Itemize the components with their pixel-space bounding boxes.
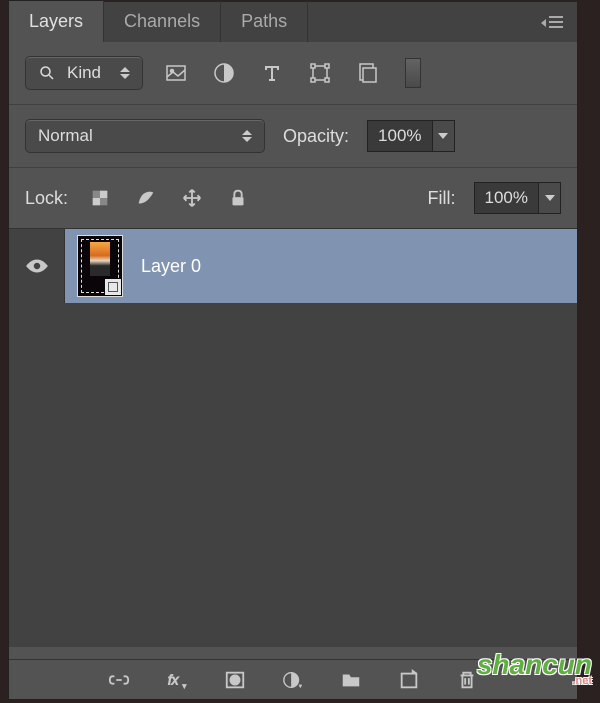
blend-mode-dropdown[interactable]: Normal xyxy=(25,119,265,153)
opacity-label: Opacity: xyxy=(283,126,349,147)
fill-label: Fill: xyxy=(428,188,456,209)
filter-adjustment-icon[interactable] xyxy=(209,60,239,86)
filter-row: Kind xyxy=(9,42,577,105)
layer-thumbnail[interactable] xyxy=(77,235,123,297)
layer-mask-button[interactable] xyxy=(221,666,249,694)
visibility-toggle[interactable] xyxy=(9,229,65,303)
blend-row: Normal Opacity: 100% xyxy=(9,105,577,168)
lock-position-icon[interactable] xyxy=(178,185,206,211)
blend-mode-value: Normal xyxy=(38,126,93,146)
filter-smart-icon[interactable] xyxy=(353,60,383,86)
filter-pixel-icon[interactable] xyxy=(161,60,191,86)
opacity-value[interactable]: 100% xyxy=(367,120,432,152)
filter-toggle-switch[interactable] xyxy=(405,58,421,88)
spinner-icon xyxy=(242,130,252,142)
layer-row[interactable]: Layer 0 xyxy=(9,229,577,303)
panel-tabs: Layers Channels Paths xyxy=(9,2,577,42)
layer-selected[interactable]: Layer 0 xyxy=(65,229,577,303)
tab-layers[interactable]: Layers xyxy=(9,0,104,42)
filter-kind-dropdown[interactable]: Kind xyxy=(25,56,143,90)
panel-menu-icon[interactable] xyxy=(549,16,569,30)
new-layer-button[interactable] xyxy=(395,666,423,694)
watermark: shancun.net xyxy=(477,649,592,687)
fill-field[interactable]: 100% xyxy=(474,182,561,214)
filter-shape-icon[interactable] xyxy=(305,60,335,86)
layers-list: Layer 0 xyxy=(9,229,577,647)
lock-pixels-icon[interactable] xyxy=(132,185,160,211)
chevron-down-icon[interactable] xyxy=(539,182,561,214)
filter-type-icon[interactable] xyxy=(257,60,287,86)
adjustment-layer-button[interactable] xyxy=(279,666,307,694)
group-button[interactable] xyxy=(337,666,365,694)
fill-value[interactable]: 100% xyxy=(474,182,539,214)
spinner-icon xyxy=(120,67,130,79)
lock-all-icon[interactable] xyxy=(224,185,252,211)
lock-row: Lock: Fill: 100% xyxy=(9,168,577,229)
layer-style-button[interactable]: fx xyxy=(163,666,191,694)
smart-object-badge xyxy=(105,279,121,295)
opacity-field[interactable]: 100% xyxy=(367,120,454,152)
link-layers-button[interactable] xyxy=(105,666,133,694)
tab-paths[interactable]: Paths xyxy=(221,1,308,42)
chevron-down-icon[interactable] xyxy=(433,120,455,152)
layers-panel: Layers Channels Paths Kind Normal Opacit… xyxy=(8,2,578,700)
layer-name-label[interactable]: Layer 0 xyxy=(141,256,201,277)
lock-label: Lock: xyxy=(25,188,68,209)
svg-text:fx: fx xyxy=(168,672,180,687)
tab-channels[interactable]: Channels xyxy=(104,1,221,42)
search-icon xyxy=(38,64,56,82)
lock-transparency-icon[interactable] xyxy=(86,185,114,211)
eye-icon xyxy=(24,257,50,275)
filter-kind-label: Kind xyxy=(67,63,101,83)
